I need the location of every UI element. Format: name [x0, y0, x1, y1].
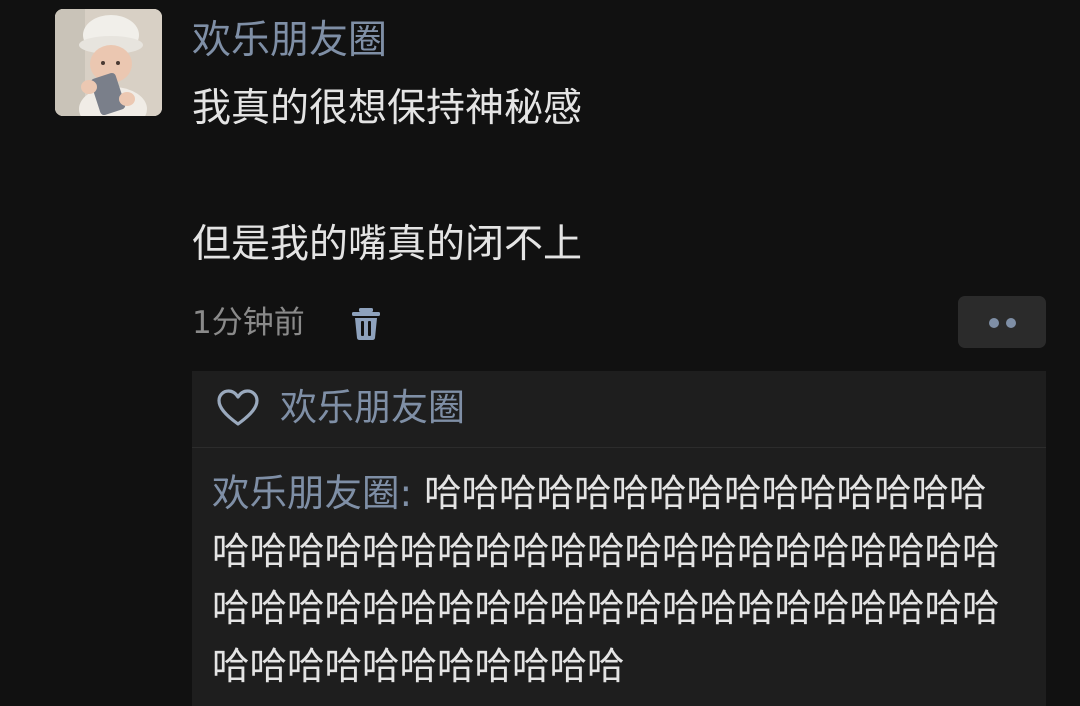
post-author-name[interactable]: 欢乐朋友圈 [192, 14, 387, 68]
interaction-panel: 欢乐朋友圈 欢乐朋友圈: 哈哈哈哈哈哈哈哈哈哈哈哈哈哈哈哈哈哈哈哈哈哈哈哈哈哈哈… [192, 371, 1046, 706]
avatar-image [55, 9, 162, 116]
more-button[interactable] [958, 296, 1046, 348]
more-dot-icon [989, 318, 999, 328]
likes-comments-divider [192, 447, 1046, 448]
trash-icon [352, 308, 380, 340]
post-timestamp: 1分钟前 [192, 305, 305, 341]
delete-button[interactable] [348, 304, 384, 342]
likes-row: 欢乐朋友圈 [192, 371, 1046, 447]
post-content-line-2: 但是我的嘴真的闭不上 [192, 222, 583, 267]
avatar[interactable] [55, 9, 162, 116]
comment-separator: : [399, 471, 425, 515]
comment-author-name[interactable]: 欢乐朋友圈 [212, 471, 400, 515]
post-content-line-1: 我真的很想保持神秘感 [192, 86, 583, 131]
liker-name[interactable]: 欢乐朋友圈 [280, 382, 465, 434]
heart-icon [217, 389, 259, 426]
moments-post: 欢乐朋友圈 我真的很想保持神秘感 但是我的嘴真的闭不上 1分钟前 欢乐朋友圈 欢… [0, 0, 1080, 706]
more-dot-icon [1006, 318, 1016, 328]
comment-item[interactable]: 欢乐朋友圈: 哈哈哈哈哈哈哈哈哈哈哈哈哈哈哈哈哈哈哈哈哈哈哈哈哈哈哈哈哈哈哈哈哈… [212, 465, 1022, 695]
